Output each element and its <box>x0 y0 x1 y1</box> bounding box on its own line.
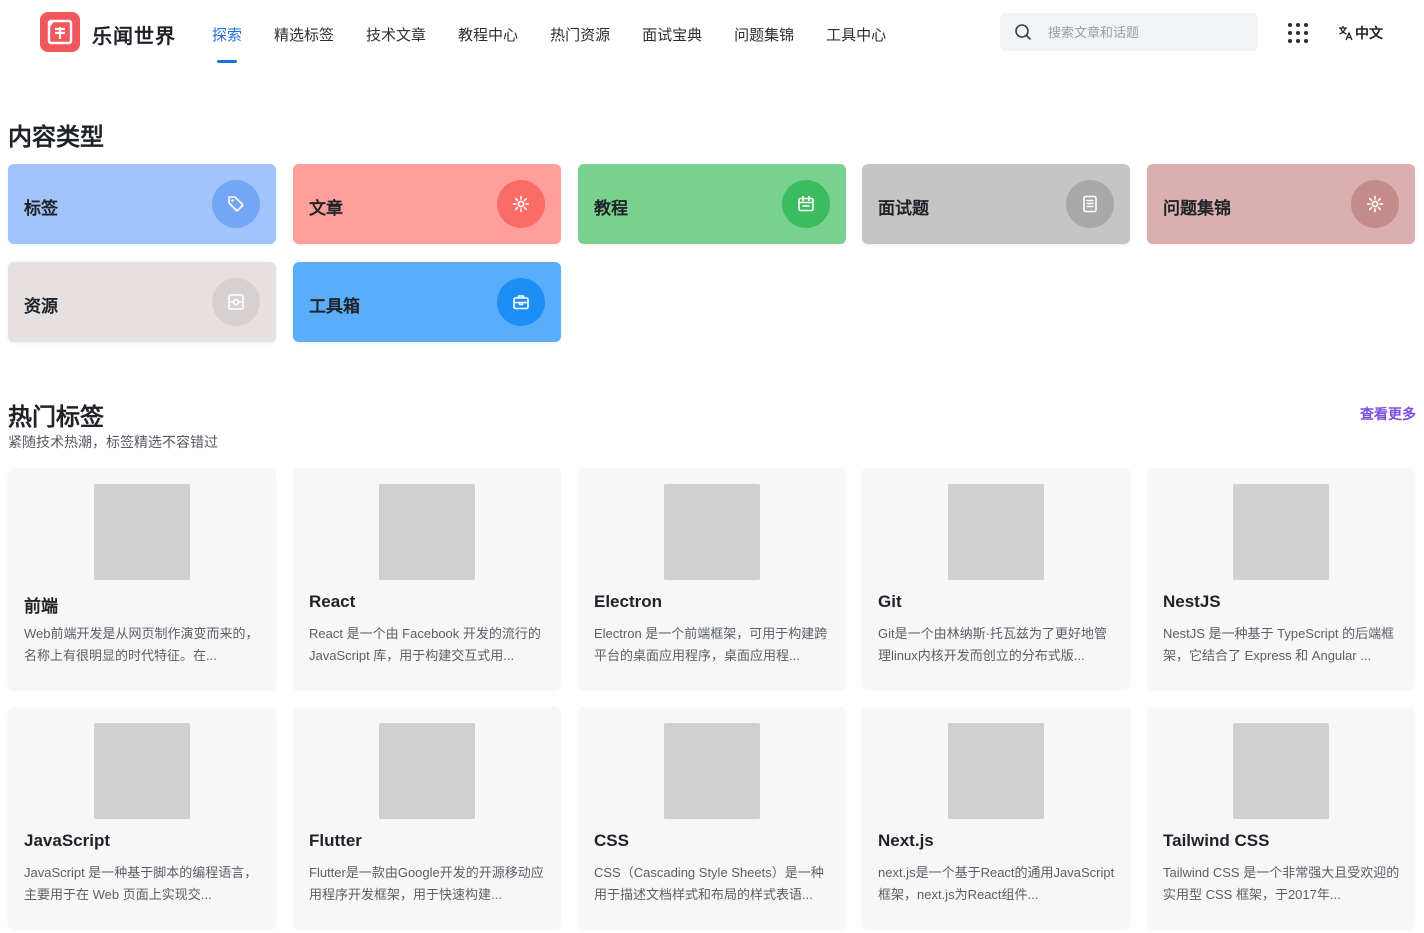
tag-name: React <box>309 592 356 611</box>
type-card-articles[interactable]: 文章 <box>293 164 561 244</box>
tag-thumbnail <box>948 484 1044 580</box>
tag-thumbnail <box>664 723 760 819</box>
tag-thumbnail <box>664 484 760 580</box>
brand-name[interactable]: 乐闻世界 <box>92 20 176 49</box>
tag-description: Flutter是一款由Google开发的开源移动应用程序开发框架，用于快速构建.… <box>309 865 544 902</box>
nav-item-tech-articles[interactable]: 技术文章 <box>366 26 426 66</box>
type-card-tutorials[interactable]: 教程 <box>578 164 846 244</box>
type-card-questions[interactable]: 问题集锦 <box>1147 164 1415 244</box>
type-card-label: 问题集锦 <box>1163 199 1231 218</box>
tag-description: Electron 是一个前端框架，可用于构建跨平台的桌面应用程序，桌面应用程..… <box>594 626 828 663</box>
hot-tags-title: 热门标签 <box>8 404 104 431</box>
tag-card[interactable]: React React 是一个由 Facebook 开发的流行的 JavaScr… <box>293 468 561 690</box>
document-icon <box>1083 195 1097 213</box>
tag-thumbnail <box>94 484 190 580</box>
nav-item-featured-tags[interactable]: 精选标签 <box>274 26 334 66</box>
tag-thumbnail <box>1233 723 1329 819</box>
type-card-icon-wrap <box>782 180 830 228</box>
tag-name: Electron <box>594 592 663 611</box>
tag-description: Git是一个由林纳斯·托瓦兹为了更好地管理linux内核开发而创立的分布式版..… <box>878 626 1107 663</box>
content-types-title: 内容类型 <box>8 124 104 151</box>
calendar-icon <box>798 195 814 212</box>
view-more-link[interactable]: 查看更多 <box>1360 404 1416 424</box>
type-card-label: 资源 <box>24 297 58 316</box>
tag-name: Flutter <box>309 831 362 850</box>
toolbox-icon <box>513 295 529 310</box>
type-card-tags[interactable]: 标签 <box>8 164 276 244</box>
tag-card[interactable]: Git Git是一个由林纳斯·托瓦兹为了更好地管理linux内核开发而创立的分布… <box>862 468 1130 690</box>
tag-description: JavaScript 是一种基于脚本的编程语言，主要用于在 Web 页面上实现交… <box>24 865 258 902</box>
language-label: 中文 <box>1355 25 1383 41</box>
tag-thumbnail <box>94 723 190 819</box>
tag-description: Tailwind CSS 是一个非常强大且受欢迎的实用型 CSS 框架，于201… <box>1163 865 1400 902</box>
tag-card[interactable]: Flutter Flutter是一款由Google开发的开源移动应用程序开发框架… <box>293 707 561 929</box>
hot-tags-subtitle: 紧随技术热潮，标签精选不容错过 <box>8 434 218 450</box>
nav-item-tutorials[interactable]: 教程中心 <box>458 26 518 66</box>
search-input[interactable] <box>1048 24 1238 40</box>
search-icon <box>1015 24 1031 40</box>
type-card-label: 教程 <box>594 199 628 218</box>
language-switch[interactable]: 中文 <box>1338 23 1383 43</box>
tag-description: CSS（Cascading Style Sheets）是一种用于描述文档样式和布… <box>594 865 824 902</box>
site-logo[interactable] <box>40 12 80 52</box>
type-card-interview[interactable]: 面试题 <box>862 164 1130 244</box>
type-card-toolbox[interactable]: 工具箱 <box>293 262 561 342</box>
type-card-icon-wrap <box>497 278 545 326</box>
tag-name: Tailwind CSS <box>1163 831 1270 850</box>
type-card-label: 文章 <box>309 199 343 218</box>
tag-thumbnail <box>948 723 1044 819</box>
type-card-icon-wrap <box>497 180 545 228</box>
tag-card[interactable]: Tailwind CSS Tailwind CSS 是一个非常强大且受欢迎的实用… <box>1147 707 1415 929</box>
nav-item-interview[interactable]: 面试宝典 <box>642 26 702 66</box>
type-card-icon-wrap <box>212 278 260 326</box>
gear-icon <box>512 195 530 213</box>
tag-icon <box>228 196 244 212</box>
type-card-icon-wrap <box>1066 180 1114 228</box>
type-card-icon-wrap <box>1351 180 1399 228</box>
type-card-icon-wrap <box>212 180 260 228</box>
tag-description: next.js是一个基于React的通用JavaScript框架，next.js… <box>878 865 1115 902</box>
tag-card[interactable]: CSS CSS（Cascading Style Sheets）是一种用于描述文档… <box>578 707 846 929</box>
tag-thumbnail <box>379 484 475 580</box>
apps-grid-icon[interactable] <box>1287 22 1309 44</box>
tag-name: CSS <box>594 831 629 850</box>
nav-item-explore[interactable]: 探索 <box>212 26 242 66</box>
tag-name: JavaScript <box>24 831 110 850</box>
type-card-label: 面试题 <box>878 199 929 218</box>
tag-description: Web前端开发是从网页制作演变而来的，名称上有很明显的时代特征。在... <box>24 626 259 663</box>
tag-name: NestJS <box>1163 592 1221 611</box>
resource-icon <box>228 294 244 310</box>
top-header: 乐闻世界 探索 精选标签 技术文章 教程中心 热门资源 面试宝典 问题集锦 工具… <box>0 0 1424 72</box>
main-nav: 探索 精选标签 技术文章 教程中心 热门资源 面试宝典 问题集锦 工具中心 <box>212 26 918 66</box>
translate-icon <box>1339 26 1353 41</box>
nav-item-tools[interactable]: 工具中心 <box>826 26 886 66</box>
tag-thumbnail <box>1233 484 1329 580</box>
type-card-label: 标签 <box>24 199 58 218</box>
tag-card[interactable]: NestJS NestJS 是一种基于 TypeScript 的后端框架，它结合… <box>1147 468 1415 690</box>
tag-name: 前端 <box>24 597 58 616</box>
tag-description: NestJS 是一种基于 TypeScript 的后端框架，它结合了 Expre… <box>1163 626 1395 663</box>
gear-icon <box>1366 195 1384 213</box>
logo-icon <box>47 19 73 45</box>
tag-card[interactable]: Electron Electron 是一个前端框架，可用于构建跨平台的桌面应用程… <box>578 468 846 690</box>
search-box[interactable] <box>1000 13 1258 51</box>
tag-name: Next.js <box>878 831 934 850</box>
tag-card[interactable]: 前端 Web前端开发是从网页制作演变而来的，名称上有很明显的时代特征。在... <box>8 468 276 690</box>
tag-name: Git <box>878 592 902 611</box>
type-card-label: 工具箱 <box>309 297 360 316</box>
tag-description: React 是一个由 Facebook 开发的流行的 JavaScript 库，… <box>309 626 541 663</box>
type-card-resources[interactable]: 资源 <box>8 262 276 342</box>
tag-card[interactable]: JavaScript JavaScript 是一种基于脚本的编程语言，主要用于在… <box>8 707 276 929</box>
nav-item-hot-resources[interactable]: 热门资源 <box>550 26 610 66</box>
tag-card[interactable]: Next.js next.js是一个基于React的通用JavaScript框架… <box>862 707 1130 929</box>
tag-thumbnail <box>379 723 475 819</box>
nav-item-questions[interactable]: 问题集锦 <box>734 26 794 66</box>
